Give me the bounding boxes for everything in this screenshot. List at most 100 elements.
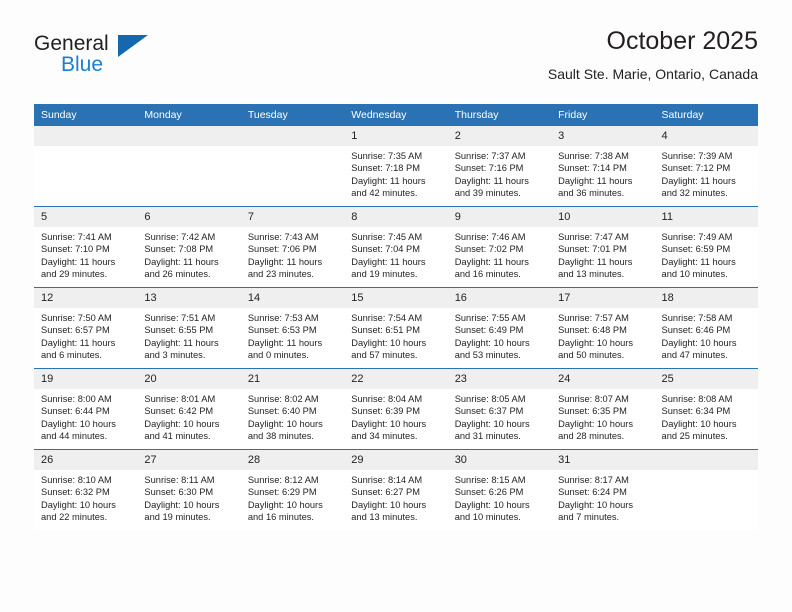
sunset-text: Sunset: 7:10 PM — [41, 244, 110, 255]
day-number: 23 — [447, 369, 552, 389]
day-number: 12 — [34, 288, 138, 308]
sunrise-text: Sunrise: 8:12 AM — [247, 475, 319, 485]
day-details: Sunrise: 8:04 AM Sunset: 6:39 PM Daylight:… — [344, 389, 447, 442]
sunrise-text: Sunrise: 8:05 AM — [454, 394, 526, 404]
day-details: Sunrise: 7:57 AM Sunset: 6:48 PM Daylight:… — [551, 308, 654, 361]
day-details: Sunrise: 8:15 AM Sunset: 6:26 PM Daylight:… — [448, 470, 551, 523]
sunrise-text: Sunrise: 7:47 AM — [558, 232, 629, 242]
day-cell[interactable]: 8 Sunrise: 7:45 AM Sunset: 7:04 PM Daylight… — [344, 206, 448, 288]
daylight-text: Daylight: 10 hours and 28 minutes. — [558, 418, 634, 441]
day-number — [654, 450, 758, 470]
sunset-text: Sunset: 6:44 PM — [41, 406, 110, 417]
daylight-text: Daylight: 11 hours and 29 minutes. — [41, 256, 116, 279]
day-cell[interactable]: 18 Sunrise: 7:58 AM Sunset: 6:46 PM Dayligh… — [654, 287, 758, 369]
sunrise-text: Sunrise: 7:38 AM — [558, 151, 629, 161]
sunrise-text: Sunrise: 7:57 AM — [558, 313, 629, 323]
day-number: 2 — [447, 126, 552, 146]
page-header: General Blue October 2025 Sault Ste. Mar… — [34, 26, 758, 98]
daylight-text: Daylight: 10 hours and 10 minutes. — [454, 499, 530, 522]
day-cell[interactable]: 27 Sunrise: 8:11 AM Sunset: 6:30 PM Dayligh… — [137, 449, 241, 530]
day-cell[interactable]: 23 Sunrise: 8:05 AM Sunset: 6:37 PM Dayligh… — [447, 368, 552, 450]
day-number: 20 — [137, 369, 241, 389]
day-cell[interactable]: 20 Sunrise: 8:01 AM Sunset: 6:42 PM Dayligh… — [137, 368, 241, 450]
day-cell[interactable]: 13 Sunrise: 7:51 AM Sunset: 6:55 PM Dayligh… — [137, 287, 241, 369]
day-number: 13 — [137, 288, 241, 308]
day-number: 21 — [240, 369, 345, 389]
day-cell[interactable]: 22 Sunrise: 8:04 AM Sunset: 6:39 PM Dayligh… — [344, 368, 448, 450]
day-cell[interactable]: 25 Sunrise: 8:08 AM Sunset: 6:34 PM Dayligh… — [654, 368, 758, 450]
weekday-header-sunday: Sunday — [34, 104, 138, 126]
calendar-week-row: 1 Sunrise: 7:35 AM Sunset: 7:18 PM Daylight… — [34, 126, 758, 207]
day-cell[interactable]: 17 Sunrise: 7:57 AM Sunset: 6:48 PM Dayligh… — [551, 287, 655, 369]
day-cell[interactable]: 5 Sunrise: 7:41 AM Sunset: 7:10 PM Daylight… — [34, 206, 138, 288]
day-details: Sunrise: 7:42 AM Sunset: 7:08 PM Daylight:… — [137, 227, 240, 280]
day-cell[interactable]: 9 Sunrise: 7:46 AM Sunset: 7:02 PM Daylight… — [447, 206, 552, 288]
day-details: Sunrise: 7:51 AM Sunset: 6:55 PM Daylight:… — [137, 308, 240, 361]
generalblue-logo[interactable]: General Blue — [34, 32, 174, 88]
day-number: 18 — [654, 288, 758, 308]
sunrise-text: Sunrise: 7:50 AM — [41, 313, 112, 323]
day-cell[interactable]: 15 Sunrise: 7:54 AM Sunset: 6:51 PM Dayligh… — [344, 287, 448, 369]
day-cell-empty — [137, 126, 241, 207]
calendar-header-row: Sunday Monday Tuesday Wednesday Thursday Frid… — [34, 104, 758, 126]
sunset-text: Sunset: 7:16 PM — [454, 163, 524, 174]
day-cell[interactable]: 7 Sunrise: 7:43 AM Sunset: 7:06 PM Daylight… — [240, 206, 345, 288]
day-cell[interactable]: 6 Sunrise: 7:42 AM Sunset: 7:08 PM Daylight… — [137, 206, 241, 288]
day-details: Sunrise: 8:14 AM Sunset: 6:27 PM Daylight:… — [344, 470, 447, 523]
sunset-text: Sunset: 6:29 PM — [247, 487, 317, 498]
daylight-text: Daylight: 10 hours and 16 minutes. — [247, 499, 323, 522]
day-details: Sunrise: 7:45 AM Sunset: 7:04 PM Daylight:… — [344, 227, 447, 280]
sunset-text: Sunset: 6:27 PM — [351, 487, 420, 498]
day-details: Sunrise: 7:55 AM Sunset: 6:49 PM Daylight:… — [448, 308, 551, 361]
day-cell[interactable]: 1 Sunrise: 7:35 AM Sunset: 7:18 PM Daylight… — [344, 126, 448, 207]
sunrise-text: Sunrise: 8:02 AM — [247, 394, 319, 404]
day-cell[interactable]: 30 Sunrise: 8:15 AM Sunset: 6:26 PM Dayligh… — [447, 449, 552, 530]
day-details: Sunrise: 7:58 AM Sunset: 6:46 PM Daylight:… — [655, 308, 758, 361]
day-cell[interactable]: 3 Sunrise: 7:38 AM Sunset: 7:14 PM Daylight… — [551, 126, 655, 207]
triangle-icon — [118, 35, 148, 57]
daylight-text: Daylight: 10 hours and 22 minutes. — [41, 499, 116, 522]
sunrise-text: Sunrise: 7:51 AM — [144, 313, 216, 323]
daylight-text: Daylight: 11 hours and 3 minutes. — [144, 337, 219, 360]
calendar-week-row: 12 Sunrise: 7:50 AM Sunset: 6:57 PM Dayligh… — [34, 287, 758, 369]
calendar-week-row: 5 Sunrise: 7:41 AM Sunset: 7:10 PM Daylight… — [34, 206, 758, 288]
daylight-text: Daylight: 10 hours and 34 minutes. — [351, 418, 427, 441]
sunset-text: Sunset: 6:24 PM — [558, 487, 627, 498]
day-cell[interactable]: 26 Sunrise: 8:10 AM Sunset: 6:32 PM Dayligh… — [34, 449, 138, 530]
day-cell-empty — [34, 126, 138, 207]
day-cell[interactable]: 28 Sunrise: 8:12 AM Sunset: 6:29 PM Dayligh… — [240, 449, 345, 530]
sunset-text: Sunset: 6:35 PM — [558, 406, 627, 417]
day-details: Sunrise: 7:53 AM Sunset: 6:53 PM Daylight:… — [241, 308, 344, 361]
sunset-text: Sunset: 6:48 PM — [558, 325, 627, 336]
day-cell[interactable]: 16 Sunrise: 7:55 AM Sunset: 6:49 PM Dayligh… — [447, 287, 552, 369]
day-cell[interactable]: 2 Sunrise: 7:37 AM Sunset: 7:16 PM Daylight… — [447, 126, 552, 207]
day-cell[interactable]: 14 Sunrise: 7:53 AM Sunset: 6:53 PM Dayligh… — [240, 287, 345, 369]
day-cell[interactable]: 4 Sunrise: 7:39 AM Sunset: 7:12 PM Daylight… — [654, 126, 758, 207]
day-number: 14 — [240, 288, 345, 308]
day-details: Sunrise: 8:05 AM Sunset: 6:37 PM Daylight:… — [448, 389, 551, 442]
sunset-text: Sunset: 6:46 PM — [661, 325, 731, 336]
day-number: 31 — [551, 450, 655, 470]
title-block: October 2025 Sault Ste. Marie, Ontario, … — [548, 26, 758, 84]
day-cell[interactable]: 12 Sunrise: 7:50 AM Sunset: 6:57 PM Dayligh… — [34, 287, 138, 369]
calendar-page: General Blue October 2025 Sault Ste. Mar… — [0, 0, 792, 612]
day-cell[interactable]: 19 Sunrise: 8:00 AM Sunset: 6:44 PM Dayligh… — [34, 368, 138, 450]
day-number: 6 — [137, 207, 241, 227]
sunset-text: Sunset: 6:51 PM — [351, 325, 420, 336]
day-details: Sunrise: 8:02 AM Sunset: 6:40 PM Daylight:… — [241, 389, 344, 442]
sunrise-text: Sunrise: 7:35 AM — [351, 151, 423, 161]
day-cell[interactable]: 21 Sunrise: 8:02 AM Sunset: 6:40 PM Dayligh… — [240, 368, 345, 450]
day-cell[interactable]: 11 Sunrise: 7:49 AM Sunset: 6:59 PM Dayligh… — [654, 206, 758, 288]
daylight-text: Daylight: 11 hours and 10 minutes. — [661, 256, 736, 279]
daylight-text: Daylight: 10 hours and 44 minutes. — [41, 418, 116, 441]
day-details: Sunrise: 7:39 AM Sunset: 7:12 PM Daylight:… — [655, 146, 758, 199]
daylight-text: Daylight: 10 hours and 41 minutes. — [144, 418, 220, 441]
sunrise-text: Sunrise: 7:41 AM — [41, 232, 112, 242]
day-details: Sunrise: 8:07 AM Sunset: 6:35 PM Daylight:… — [551, 389, 654, 442]
day-number: 26 — [34, 450, 138, 470]
day-cell[interactable]: 10 Sunrise: 7:47 AM Sunset: 7:01 PM Dayligh… — [551, 206, 655, 288]
day-cell[interactable]: 29 Sunrise: 8:14 AM Sunset: 6:27 PM Dayligh… — [344, 449, 448, 530]
day-cell[interactable]: 31 Sunrise: 8:17 AM Sunset: 6:24 PM Dayligh… — [551, 449, 655, 530]
day-cell[interactable]: 24 Sunrise: 8:07 AM Sunset: 6:35 PM Dayligh… — [551, 368, 655, 450]
page-title: October 2025 — [606, 27, 759, 55]
